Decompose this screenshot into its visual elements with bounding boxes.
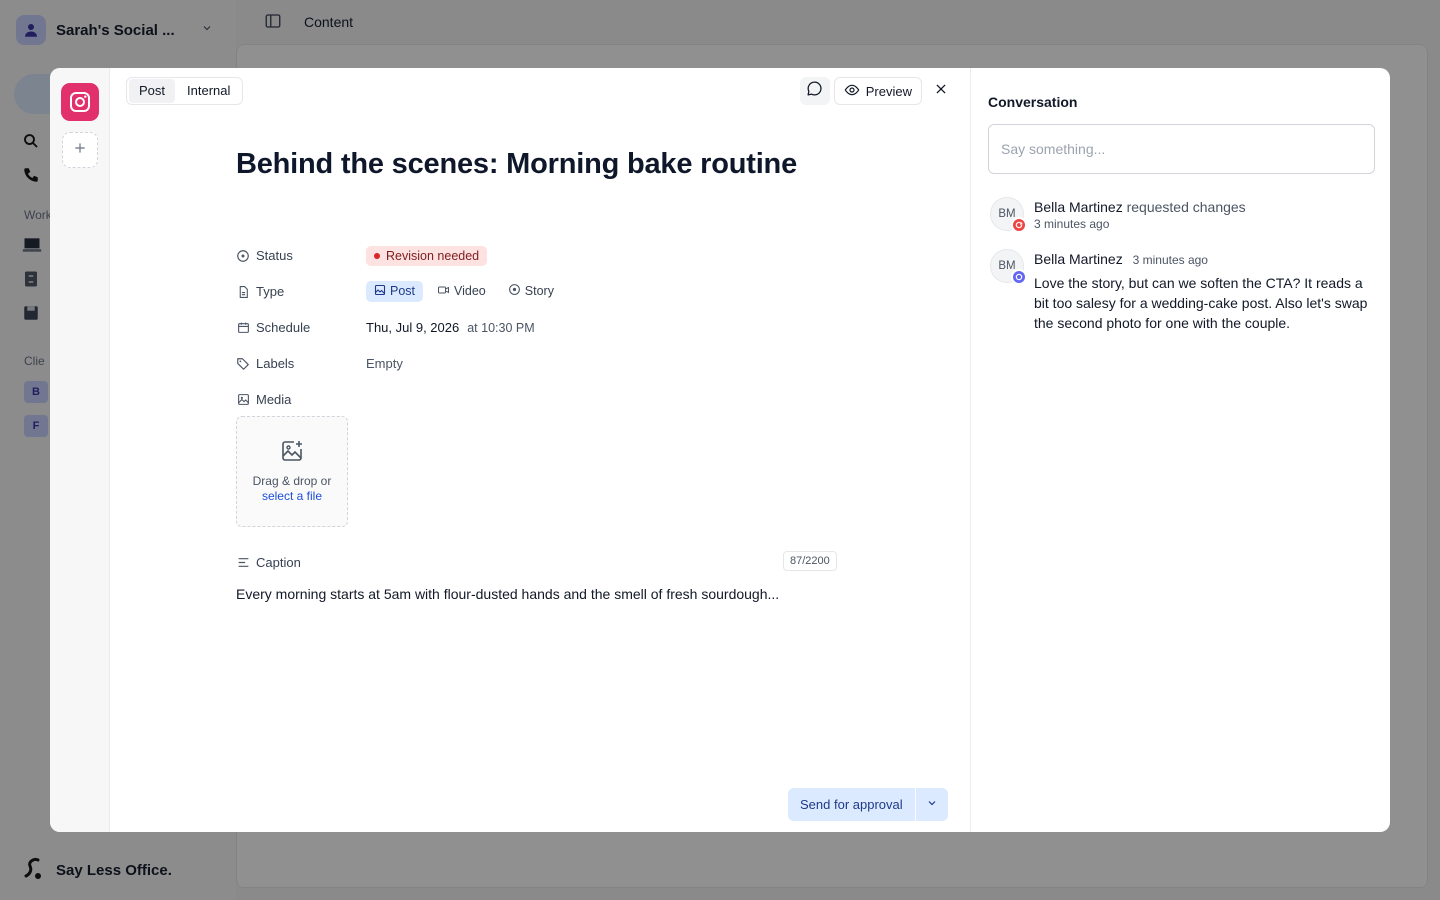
comment-toggle-button[interactable]	[799, 77, 830, 105]
comment-time: 3 minutes ago	[1132, 253, 1208, 267]
status-text: Revision needed	[386, 249, 480, 263]
type-options: Post Video Story	[366, 280, 568, 302]
caption-textarea[interactable]: Every morning starts at 5am with flour-d…	[236, 586, 779, 602]
tag-icon	[236, 357, 250, 371]
preview-button[interactable]: Preview	[833, 77, 922, 105]
tab-internal[interactable]: Internal	[177, 79, 240, 103]
status-dot	[374, 253, 380, 259]
eye-icon	[844, 82, 860, 101]
status-badge[interactable]: Revision needed	[366, 246, 488, 266]
caption-label: Caption	[256, 555, 301, 570]
send-options-button[interactable]	[916, 788, 948, 821]
activity-action: requested changes	[1126, 199, 1246, 215]
select-file-link[interactable]: select a file	[253, 489, 332, 504]
status-label: Status	[256, 248, 293, 263]
schedule-value: Thu, Jul 9, 2026 at 10:30 PM	[366, 320, 535, 335]
post-mode-tabs: Post Internal	[126, 77, 244, 105]
calendar-icon	[236, 321, 250, 335]
avatar: BM	[990, 249, 1027, 285]
image-icon	[374, 284, 386, 299]
comment-text: Love the story, but can we soften the CT…	[1034, 275, 1368, 331]
text-lines-icon	[236, 556, 250, 570]
media-dropzone[interactable]: Drag & drop or select a file	[236, 416, 348, 527]
caption-counter: 87/2200	[783, 551, 837, 571]
labels-label: Labels	[256, 356, 295, 371]
post-editor: Post Internal Preview Behind the scenes:…	[110, 68, 970, 832]
avatar: BM	[990, 197, 1027, 233]
file-icon	[236, 285, 250, 299]
comment-icon	[1011, 269, 1027, 285]
send-for-approval-button[interactable]: Send for approval	[788, 788, 915, 821]
conversation-panel: Conversation BM Bella Martinez requested…	[970, 68, 1390, 832]
status-circle-icon	[236, 249, 250, 263]
schedule-label: Schedule	[256, 320, 311, 335]
activity-body: Bella Martinez requested changes 3 minut…	[1034, 197, 1246, 231]
prop-labels: Labels	[236, 356, 294, 371]
prop-type: Type	[236, 284, 284, 299]
labels-empty[interactable]: Empty	[366, 356, 403, 371]
comment-author: Bella Martinez	[1034, 251, 1123, 267]
close-button[interactable]	[926, 77, 956, 105]
comment-body: Bella Martinez 3 minutes ago Love the st…	[1034, 249, 1379, 333]
dropzone-instructions: Drag & drop or	[252, 474, 332, 488]
conversation-title: Conversation	[988, 94, 1078, 110]
type-option-video[interactable]: Video	[429, 281, 494, 302]
chat-bubble-icon	[806, 80, 823, 102]
revision-icon	[1011, 217, 1027, 233]
prop-status: Status	[236, 248, 293, 263]
dropzone-text: Drag & drop or select a file	[253, 474, 332, 504]
type-option-label: Post	[390, 284, 416, 298]
post-title[interactable]: Behind the scenes: Morning bake routine	[236, 148, 797, 181]
plus-icon	[73, 141, 87, 160]
close-icon	[934, 82, 948, 101]
type-option-story[interactable]: Story	[500, 280, 562, 302]
type-option-post[interactable]: Post	[366, 280, 424, 302]
channel-rail	[50, 68, 110, 832]
story-icon	[508, 283, 521, 299]
activity-time: 3 minutes ago	[1034, 217, 1110, 231]
chevron-down-icon	[926, 796, 938, 814]
tab-post[interactable]: Post	[129, 79, 176, 103]
prop-media: Media	[236, 392, 291, 407]
activity-text: Bella Martinez requested changes	[1034, 197, 1246, 217]
post-editor-modal: Post Internal Preview Behind the scenes:…	[50, 68, 1390, 832]
comment-header: Bella Martinez 3 minutes ago	[1034, 249, 1379, 270]
media-image-icon	[236, 393, 250, 407]
prop-schedule: Schedule	[236, 320, 310, 335]
preview-label: Preview	[865, 83, 912, 99]
add-channel-button[interactable]	[62, 132, 98, 168]
activity-author: Bella Martinez	[1034, 199, 1123, 215]
labels-value: Empty	[366, 356, 403, 371]
comment-item: BM Bella Martinez 3 minutes ago Love the…	[990, 249, 1380, 333]
prop-caption: Caption	[236, 555, 301, 570]
conversation-input[interactable]	[988, 124, 1375, 174]
type-option-label: Story	[524, 284, 554, 298]
schedule-date[interactable]: Thu, Jul 9, 2026	[366, 320, 459, 335]
divider	[914, 788, 916, 821]
image-add-icon	[280, 439, 304, 468]
media-label: Media	[256, 392, 292, 407]
schedule-time[interactable]: at 10:30 PM	[467, 321, 534, 335]
editor-actions: Preview	[799, 77, 956, 105]
type-option-label: Video	[454, 284, 486, 298]
activity-item: BM Bella Martinez requested changes 3 mi…	[990, 197, 1380, 233]
status-value: Revision needed	[366, 246, 488, 266]
instagram-icon[interactable]	[61, 83, 99, 121]
video-icon	[437, 284, 450, 299]
send-approval-split-button: Send for approval	[788, 788, 948, 821]
type-label: Type	[256, 284, 285, 299]
